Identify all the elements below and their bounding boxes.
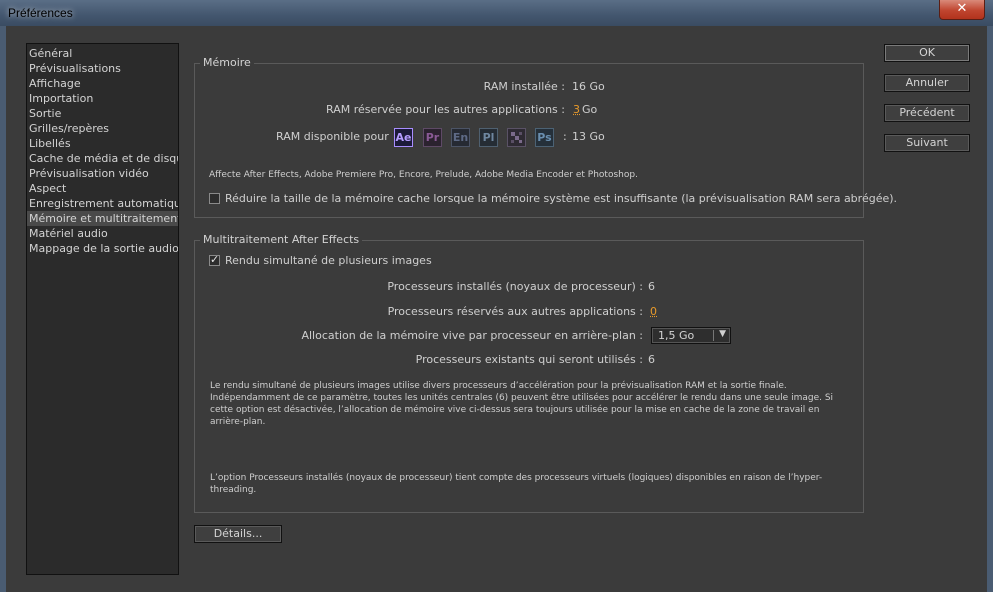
ram-available-value: 13 Go bbox=[572, 130, 605, 143]
description-line-2: Indépendamment de ce paramètre, toutes l… bbox=[210, 393, 834, 403]
ram-available-label: RAM disponible pour bbox=[276, 130, 389, 143]
sidebar-item-display[interactable]: Affichage bbox=[27, 76, 178, 91]
ram-installed-label: RAM installée : bbox=[483, 80, 565, 93]
after-effects-icon: Ae bbox=[394, 128, 413, 147]
prelude-icon: Pl bbox=[479, 128, 498, 147]
sidebar-item-import[interactable]: Importation bbox=[27, 91, 178, 106]
window-title: Préférences bbox=[8, 6, 73, 20]
hyperthreading-note-line-2: threading. bbox=[210, 485, 257, 495]
render-multiple-label[interactable]: Rendu simultané de plusieurs images bbox=[225, 254, 432, 267]
cancel-button[interactable]: Annuler bbox=[884, 74, 970, 92]
installed-cpu-value: 6 bbox=[648, 280, 655, 293]
reduce-cache-label[interactable]: Réduire la taille de la mémoire cache lo… bbox=[225, 192, 897, 205]
multiprocessing-group-title: Multitraitement After Effects bbox=[200, 233, 363, 246]
reserved-cpu-label: Processeurs réservés aux autres applicat… bbox=[387, 305, 643, 318]
media-encoder-glyph bbox=[511, 132, 522, 143]
used-cpu-label: Processeurs existants qui seront utilisé… bbox=[415, 353, 643, 366]
alloc-dropdown[interactable]: 1,5 Go ▼ bbox=[651, 327, 731, 344]
ram-reserved-label: RAM réservée pour les autres application… bbox=[326, 103, 565, 116]
reserved-cpu-value[interactable]: 0 bbox=[650, 305, 657, 318]
ram-reserved-value[interactable]: 3 bbox=[573, 103, 580, 116]
sidebar-item-grids-guides[interactable]: Grilles/repères bbox=[27, 121, 178, 136]
sidebar-item-appearance[interactable]: Aspect bbox=[27, 181, 178, 196]
alloc-dropdown-value: 1,5 Go bbox=[658, 329, 695, 342]
premiere-pro-icon: Pr bbox=[423, 128, 442, 147]
sidebar-item-output[interactable]: Sortie bbox=[27, 106, 178, 121]
sidebar-item-auto-save[interactable]: Enregistrement automatique bbox=[27, 196, 178, 211]
sidebar-item-video-preview[interactable]: Prévisualisation vidéo bbox=[27, 166, 178, 181]
sidebar-item-media-disk-cache[interactable]: Cache de média et de disque bbox=[27, 151, 178, 166]
sidebar-item-previews[interactable]: Prévisualisations bbox=[27, 61, 178, 76]
chevron-down-icon: ▼ bbox=[719, 329, 726, 339]
ram-reserved-unit: Go bbox=[582, 103, 598, 116]
details-button[interactable]: Détails... bbox=[194, 525, 282, 543]
hyperthreading-note-line-1: L’option Processeurs installés (noyaux d… bbox=[210, 473, 823, 483]
reduce-cache-checkbox[interactable] bbox=[209, 193, 220, 204]
previous-button[interactable]: Précédent bbox=[884, 104, 970, 122]
render-multiple-checkbox[interactable] bbox=[209, 253, 220, 266]
alloc-label: Allocation de la mémoire vive par proces… bbox=[301, 329, 643, 342]
category-list[interactable]: Général Prévisualisations Affichage Impo… bbox=[26, 43, 179, 575]
close-icon: ✕ bbox=[956, 1, 968, 16]
sidebar-item-audio-hardware[interactable]: Matériel audio bbox=[27, 226, 178, 241]
sidebar-item-general[interactable]: Général bbox=[27, 46, 178, 61]
description-line-3: cette option est désactivée, l’allocatio… bbox=[210, 405, 820, 415]
close-button[interactable]: ✕ bbox=[939, 0, 985, 20]
media-encoder-icon bbox=[507, 128, 526, 147]
sidebar-item-labels[interactable]: Libellés bbox=[27, 136, 178, 151]
sidebar-item-audio-output-mapping[interactable]: Mappage de la sortie audio bbox=[27, 241, 178, 256]
ram-available-sep: : bbox=[563, 130, 567, 143]
memory-group-title: Mémoire bbox=[200, 56, 254, 69]
title-bar: Préférences ✕ bbox=[0, 0, 993, 27]
ram-installed-value: 16 Go bbox=[572, 80, 605, 93]
photoshop-icon: Ps bbox=[535, 128, 554, 147]
installed-cpu-label: Processeurs installés (noyaux de process… bbox=[387, 280, 643, 293]
dropdown-separator bbox=[713, 330, 714, 341]
affects-note: Affecte After Effects, Adobe Premiere Pr… bbox=[209, 170, 638, 180]
encore-icon: En bbox=[451, 128, 470, 147]
description-line-4: arrière-plan. bbox=[210, 417, 266, 427]
used-cpu-value: 6 bbox=[648, 353, 655, 366]
ok-button[interactable]: OK bbox=[884, 44, 970, 62]
description-line-1: Le rendu simultané de plusieurs images u… bbox=[210, 381, 787, 391]
next-button[interactable]: Suivant bbox=[884, 134, 970, 152]
sidebar-item-memory-multiprocessing[interactable]: Mémoire et multitraitement bbox=[27, 211, 178, 226]
